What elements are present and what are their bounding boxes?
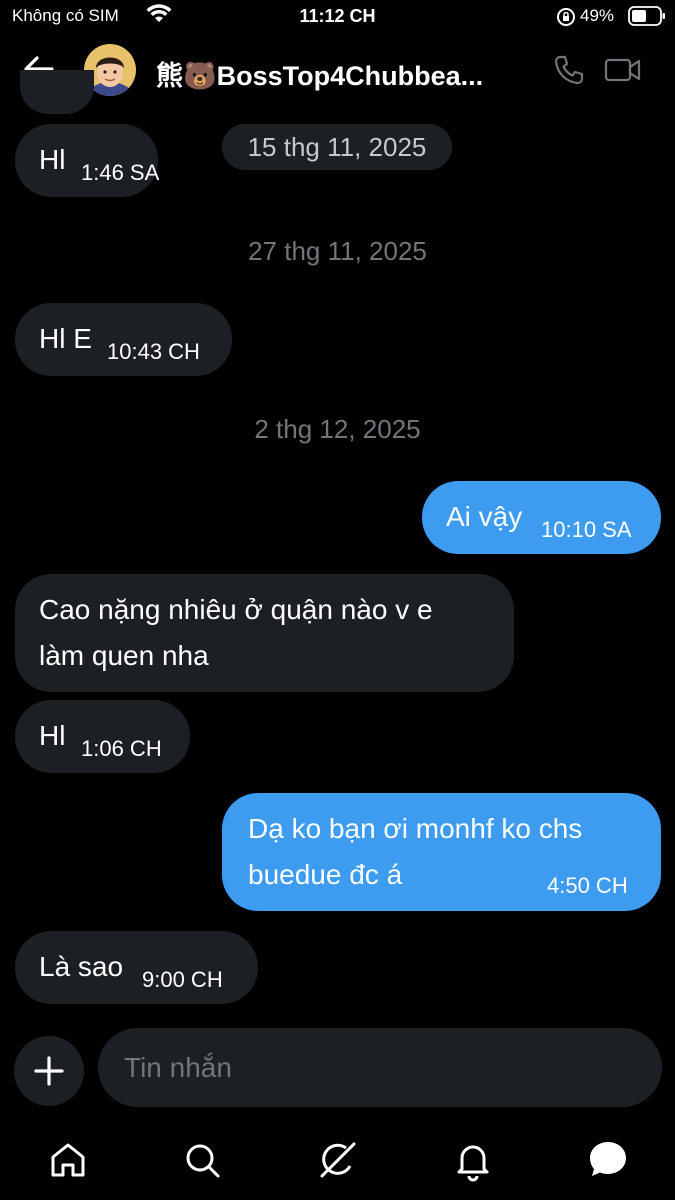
message-bubble-incoming[interactable]: Hl 1:46 SA [15, 124, 160, 197]
message-input[interactable] [98, 1028, 662, 1107]
contact-name[interactable]: 熊🐻BossTop4Chubbea... [156, 54, 526, 93]
video-icon[interactable] [604, 54, 642, 91]
message-bubble-incoming[interactable]: Là sao 9:00 CH [15, 931, 258, 1004]
message-text-line: buedue đc á [248, 859, 403, 890]
home-icon[interactable] [46, 1138, 90, 1182]
bottom-nav [0, 1120, 675, 1200]
message-text-line: Cao nặng nhiêu ở quận nào v e [39, 594, 433, 625]
message-text: Hl [39, 720, 66, 751]
date-separator: 27 thg 11, 2025 [248, 236, 427, 266]
message-text: Ai vậy [446, 501, 523, 532]
message-text-line: Dạ ko bạn ơi monhf ko chs [248, 813, 583, 844]
message-time: 1:06 CH [81, 736, 162, 761]
message-time: 4:50 CH [547, 873, 628, 898]
message-bubble-incoming[interactable]: Cao nặng nhiêu ở quận nào v e làm quen n… [15, 574, 514, 692]
notifications-icon[interactable] [451, 1138, 495, 1182]
status-bar: Không có SIM 11:12 CH 49% [0, 0, 675, 36]
message-text: Là sao [39, 951, 124, 982]
conversation-header: 熊🐻BossTop4Chubbea... [0, 40, 675, 98]
plus-icon [34, 1056, 64, 1086]
date-separator: 2 thg 12, 2025 [254, 414, 421, 444]
message-bubble-outgoing[interactable]: Ai vậy 10:10 SA [422, 481, 661, 554]
message-time: 10:43 CH [107, 339, 200, 364]
message-text: Hl E [39, 323, 92, 354]
message-text-line: làm quen nha [39, 640, 209, 671]
rotation-lock-icon [556, 7, 576, 32]
battery-percent: 49% [580, 6, 615, 25]
battery-icon [628, 6, 666, 31]
message-bubble-incoming[interactable]: Hl 1:06 CH [15, 700, 190, 773]
messages-icon[interactable] [586, 1138, 630, 1182]
message-text: Hl [39, 144, 66, 175]
message-bubble-incoming[interactable]: Hl E 10:43 CH [15, 303, 232, 376]
message-time: 10:10 SA [541, 517, 632, 542]
phone-icon[interactable] [553, 54, 585, 91]
message-time: 9:00 CH [142, 967, 223, 992]
message-time: 1:46 SA [81, 160, 160, 185]
date-separator: 15 thg 11, 2025 [222, 124, 452, 170]
grok-icon[interactable] [316, 1138, 360, 1182]
add-attachment-button[interactable] [14, 1036, 84, 1106]
search-icon[interactable] [180, 1138, 224, 1182]
message-bubble-outgoing[interactable]: Dạ ko bạn ơi monhf ko chs buedue đc á 4:… [222, 793, 661, 911]
partial-message-bubble [20, 70, 94, 114]
